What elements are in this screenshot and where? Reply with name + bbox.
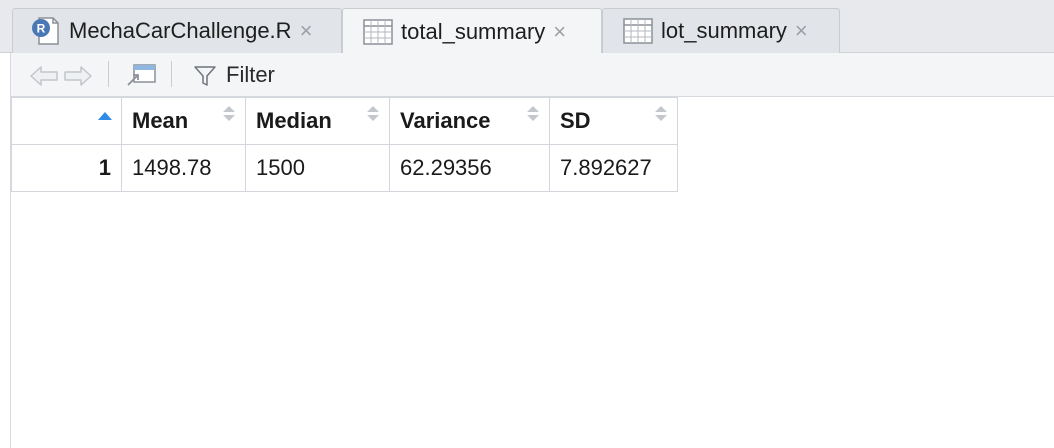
column-header-median[interactable]: Median (245, 97, 390, 145)
back-arrow-icon[interactable] (29, 65, 59, 87)
r-script-icon: R (32, 17, 59, 45)
table-grid-icon (623, 18, 653, 44)
row-number-header[interactable] (11, 97, 122, 145)
tab-mechacarchallenge-r[interactable]: R MechaCarChallenge.R × (12, 8, 342, 53)
close-icon[interactable]: × (795, 20, 808, 42)
table-row: 1 1498.78 1500 62.29356 7.892627 (11, 144, 678, 192)
sort-icon (223, 106, 235, 126)
column-header-variance[interactable]: Variance (389, 97, 550, 145)
toolbar-separator (171, 61, 172, 87)
row-number-cell: 1 (11, 144, 122, 192)
close-icon[interactable]: × (300, 20, 313, 42)
tab-label: total_summary (401, 18, 546, 44)
tab-lot-summary[interactable]: lot_summary × (602, 8, 840, 53)
filter-funnel-icon[interactable] (193, 64, 217, 88)
table-cell: 1500 (245, 144, 390, 192)
table-grid-icon (363, 18, 393, 45)
editor-tab-bar: R MechaCarChallenge.R × total_summary × … (0, 0, 1054, 54)
data-table: Mean Median Variance SD 1 1498.78 1500 6… (11, 97, 678, 192)
data-grid-area: Mean Median Variance SD 1 1498.78 1500 6… (10, 97, 1054, 448)
toolbar-separator (108, 61, 109, 87)
column-header-mean[interactable]: Mean (121, 97, 246, 145)
svg-text:R: R (37, 22, 46, 36)
filter-button-label[interactable]: Filter (226, 62, 275, 88)
table-header-row: Mean Median Variance SD (11, 97, 678, 145)
close-icon[interactable]: × (553, 20, 566, 43)
popout-window-icon[interactable] (125, 62, 157, 88)
data-viewer-toolbar: Filter (10, 53, 1054, 97)
tab-label: MechaCarChallenge.R (69, 18, 292, 43)
table-cell: 1498.78 (121, 144, 246, 192)
sort-icon (655, 106, 667, 126)
forward-arrow-icon[interactable] (63, 65, 93, 87)
column-header-sd[interactable]: SD (549, 97, 678, 145)
tab-total-summary[interactable]: total_summary × (342, 8, 602, 54)
table-cell: 7.892627 (549, 144, 678, 192)
sort-ascending-icon (98, 112, 112, 120)
sort-icon (527, 106, 539, 126)
tab-label: lot_summary (661, 18, 787, 43)
table-cell: 62.29356 (389, 144, 550, 192)
sort-icon (367, 106, 379, 126)
